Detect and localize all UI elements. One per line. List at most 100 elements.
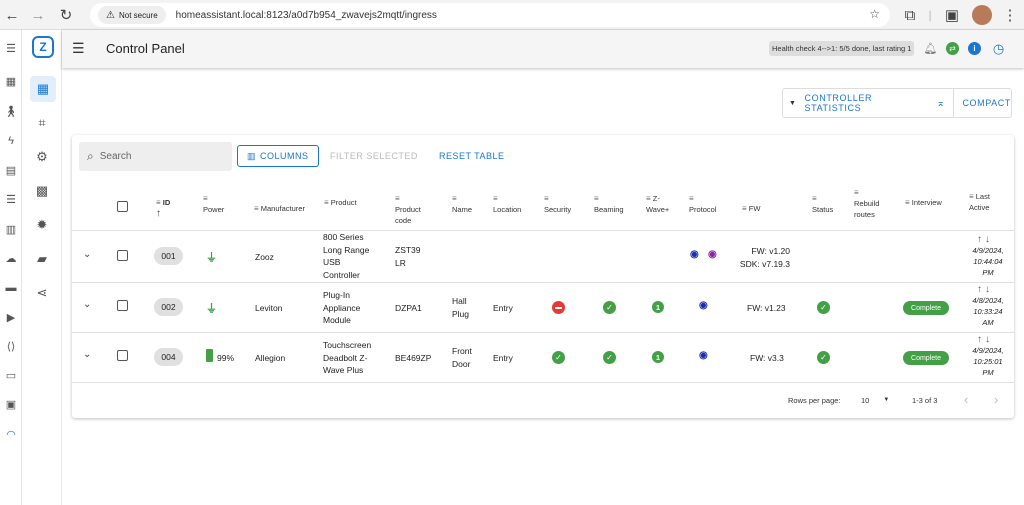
filter-selected-button[interactable]: FILTER SELECTED [330, 151, 418, 161]
rows-per-page-select[interactable]: 10 ▼ [861, 396, 889, 405]
last-active: 4/9/2024, 10:25:01 PM [972, 346, 1004, 377]
table-row[interactable]: ⌄ 001 ⏚ Zooz 800 Series Long Range USB C… [72, 230, 1014, 282]
rows-per-page-label: Rows per page: [788, 396, 841, 405]
filter-icon[interactable]: ≡ [905, 198, 910, 207]
battery-icon [206, 349, 213, 362]
col-location[interactable]: ≡ Location [493, 193, 521, 215]
col-power[interactable]: ≡ Power [203, 193, 224, 215]
col-rebuild-routes[interactable]: ≡ Rebuild routes [854, 187, 879, 220]
columns-button[interactable]: ▥ COLUMNS [237, 145, 319, 167]
col-last-active[interactable]: ≡ Last Active [969, 191, 990, 213]
expand-chevron-icon[interactable]: ⌄ [83, 299, 91, 310]
list-icon[interactable]: ☰ [3, 191, 19, 207]
debug-bug-icon[interactable]: ✹ [32, 215, 52, 235]
row-checkbox[interactable] [117, 250, 128, 261]
qr-scan-icon[interactable]: ⌗ [32, 113, 52, 133]
bookmark-star-icon[interactable]: ☆ [869, 7, 880, 21]
filter-icon[interactable]: ≡ [254, 204, 259, 213]
product: Plug-In Appliance Module [323, 290, 361, 325]
col-protocol[interactable]: ≡ Protocol [689, 193, 717, 215]
menu-kebab-icon[interactable]: ⋮ [1000, 5, 1020, 25]
dropdown-caret-icon[interactable]: ▼ [789, 100, 797, 107]
col-security[interactable]: ≡ Security [544, 193, 571, 215]
media-icon[interactable]: ▶ [3, 309, 19, 325]
next-page-icon[interactable]: › [994, 392, 998, 407]
bell-icon[interactable]: 🔔︎ [924, 42, 938, 55]
vscode-icon[interactable]: ⟨⟩ [3, 338, 19, 354]
expand-chevron-icon[interactable]: ⌄ [83, 249, 91, 260]
sort-arrows-icon[interactable]: ↑↓ [977, 334, 993, 345]
filter-icon[interactable]: ≡ [156, 198, 161, 207]
logbook-icon[interactable]: ▤ [3, 162, 19, 178]
hacs-icon[interactable]: ▬ [3, 280, 19, 296]
col-zwave-plus[interactable]: ≡ Z- Wave+ [646, 193, 669, 215]
scenes-icon[interactable]: ▩ [32, 181, 52, 201]
table-row[interactable]: ⌄ 002 ⏚ Leviton Plug-In Appliance Module… [72, 282, 1014, 332]
select-all-checkbox[interactable] [117, 201, 128, 212]
reload-icon[interactable]: ↻ [56, 5, 76, 25]
side-panel-icon[interactable]: ▣ [942, 5, 962, 25]
sync-status-icon[interactable]: ⇄ [946, 42, 959, 55]
col-name[interactable]: ≡ Name [452, 193, 472, 215]
location: Entry [493, 353, 513, 363]
col-product-code[interactable]: ≡ Product code [395, 193, 421, 226]
col-interview[interactable]: ≡ Interview [905, 197, 942, 208]
controller-statistics-button[interactable]: CONTROLLER STATISTICS [805, 93, 931, 113]
folder-icon[interactable]: ▰ [32, 249, 52, 269]
chevron-double-up-icon[interactable]: ⌅ [936, 98, 945, 109]
filter-icon[interactable]: ≡ [594, 194, 599, 203]
compact-button[interactable]: COMPACT [962, 98, 1011, 108]
overview-icon[interactable]: ▦ [3, 73, 19, 89]
filter-icon[interactable]: ≡ [324, 198, 329, 207]
cloud-icon[interactable]: ☁ [3, 250, 19, 266]
interview-status-badge: Complete [903, 301, 949, 315]
terminal-icon[interactable]: ▭ [3, 367, 19, 383]
sort-arrows-icon[interactable]: ↑↓ [977, 284, 993, 295]
col-product[interactable]: ≡ Product [324, 197, 357, 208]
row-checkbox[interactable] [117, 350, 128, 361]
filter-icon[interactable]: ≡ [812, 194, 817, 203]
energy-icon[interactable]: ϟ [3, 133, 19, 149]
filter-icon[interactable]: ≡ [854, 188, 859, 197]
person-walk-icon[interactable]: 🚶︎ [3, 103, 19, 119]
forward-icon[interactable]: → [28, 5, 48, 25]
history-clock-icon[interactable]: ◷ [992, 41, 1005, 56]
row-checkbox[interactable] [117, 300, 128, 311]
clipboard-icon[interactable]: ▣ [3, 396, 19, 412]
prev-page-icon[interactable]: ‹ [964, 392, 968, 407]
col-beaming[interactable]: ≡ Beaming [594, 193, 624, 215]
col-fw[interactable]: ≡ FW [742, 203, 760, 214]
table-row[interactable]: ⌄ 004 99% Allegion Touchscreen Deadbolt … [72, 332, 1014, 382]
dashboard-icon[interactable]: ▦ [30, 76, 56, 102]
col-status[interactable]: ≡ Status [812, 193, 833, 215]
settings-gear-icon[interactable]: ⚙ [32, 147, 52, 167]
col-id[interactable]: ≡ ID ↑ [156, 197, 170, 219]
filter-icon[interactable]: ≡ [493, 194, 498, 203]
filter-icon[interactable]: ≡ [395, 194, 400, 203]
hamburger-icon[interactable]: ☰ [3, 40, 19, 56]
reset-table-button[interactable]: RESET TABLE [439, 151, 505, 161]
sort-asc-icon[interactable]: ↑ [156, 208, 161, 219]
back-icon[interactable]: ← [2, 5, 22, 25]
info-icon[interactable]: i [968, 42, 981, 55]
expand-chevron-icon[interactable]: ⌄ [83, 349, 91, 360]
filter-icon[interactable]: ≡ [742, 204, 747, 213]
col-manufacturer[interactable]: ≡ Manufacturer [254, 203, 305, 214]
manufacturer: Leviton [255, 303, 283, 313]
share-network-icon[interactable]: ⋖ [32, 283, 52, 303]
filter-icon[interactable]: ≡ [969, 192, 974, 201]
search-input[interactable]: ⌕ Search [79, 142, 232, 171]
profile-avatar[interactable] [972, 5, 992, 25]
extensions-icon[interactable]: ⧉ [900, 5, 920, 25]
menu-icon[interactable]: ☰ [72, 40, 85, 57]
history-chart-icon[interactable]: ▥ [3, 221, 19, 237]
not-secure-badge[interactable]: ⚠ Not secure [98, 6, 166, 24]
sort-arrows-icon[interactable]: ↑↓ [977, 234, 993, 245]
filter-icon[interactable]: ≡ [544, 194, 549, 203]
filter-icon[interactable]: ≡ [203, 194, 208, 203]
filter-icon[interactable]: ≡ [689, 194, 694, 203]
address-bar[interactable]: ⚠ Not secure homeassistant.local:8123/a0… [90, 3, 890, 27]
filter-icon[interactable]: ≡ [646, 194, 651, 203]
filter-icon[interactable]: ≡ [452, 194, 457, 203]
zwave-icon[interactable]: ◠ [3, 426, 19, 442]
